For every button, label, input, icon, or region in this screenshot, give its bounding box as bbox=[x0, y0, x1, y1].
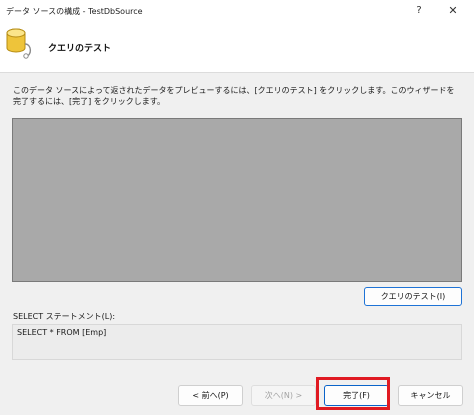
instruction-text: このデータ ソースによって返されたデータをプレビューするには、[クエリのテスト]… bbox=[13, 86, 455, 106]
wizard-header: クエリのテスト bbox=[0, 22, 474, 72]
window-title: データ ソースの構成 - TestDbSource bbox=[6, 7, 143, 16]
database-icon bbox=[6, 28, 32, 59]
title-bar: データ ソースの構成 - TestDbSource ? ✕ bbox=[0, 0, 474, 22]
wizard-content: このデータ ソースによって返されたデータをプレビューするには、[クエリのテスト]… bbox=[0, 73, 474, 415]
select-statement-box[interactable]: SELECT * FROM [Emp] bbox=[12, 324, 462, 360]
back-button[interactable]: < 前へ(P) bbox=[178, 385, 243, 406]
help-button[interactable]: ? bbox=[411, 3, 427, 19]
select-statement-label: SELECT ステートメント(L): bbox=[13, 312, 116, 321]
preview-grid[interactable] bbox=[12, 118, 462, 282]
test-query-button[interactable]: クエリのテスト(I) bbox=[364, 287, 462, 306]
page-title: クエリのテスト bbox=[48, 44, 112, 54]
next-button[interactable]: 次へ(N) > bbox=[251, 385, 316, 406]
close-button[interactable]: ✕ bbox=[445, 3, 461, 19]
finish-button[interactable]: 完了(F) bbox=[324, 385, 389, 406]
cancel-button[interactable]: キャンセル bbox=[398, 385, 463, 406]
